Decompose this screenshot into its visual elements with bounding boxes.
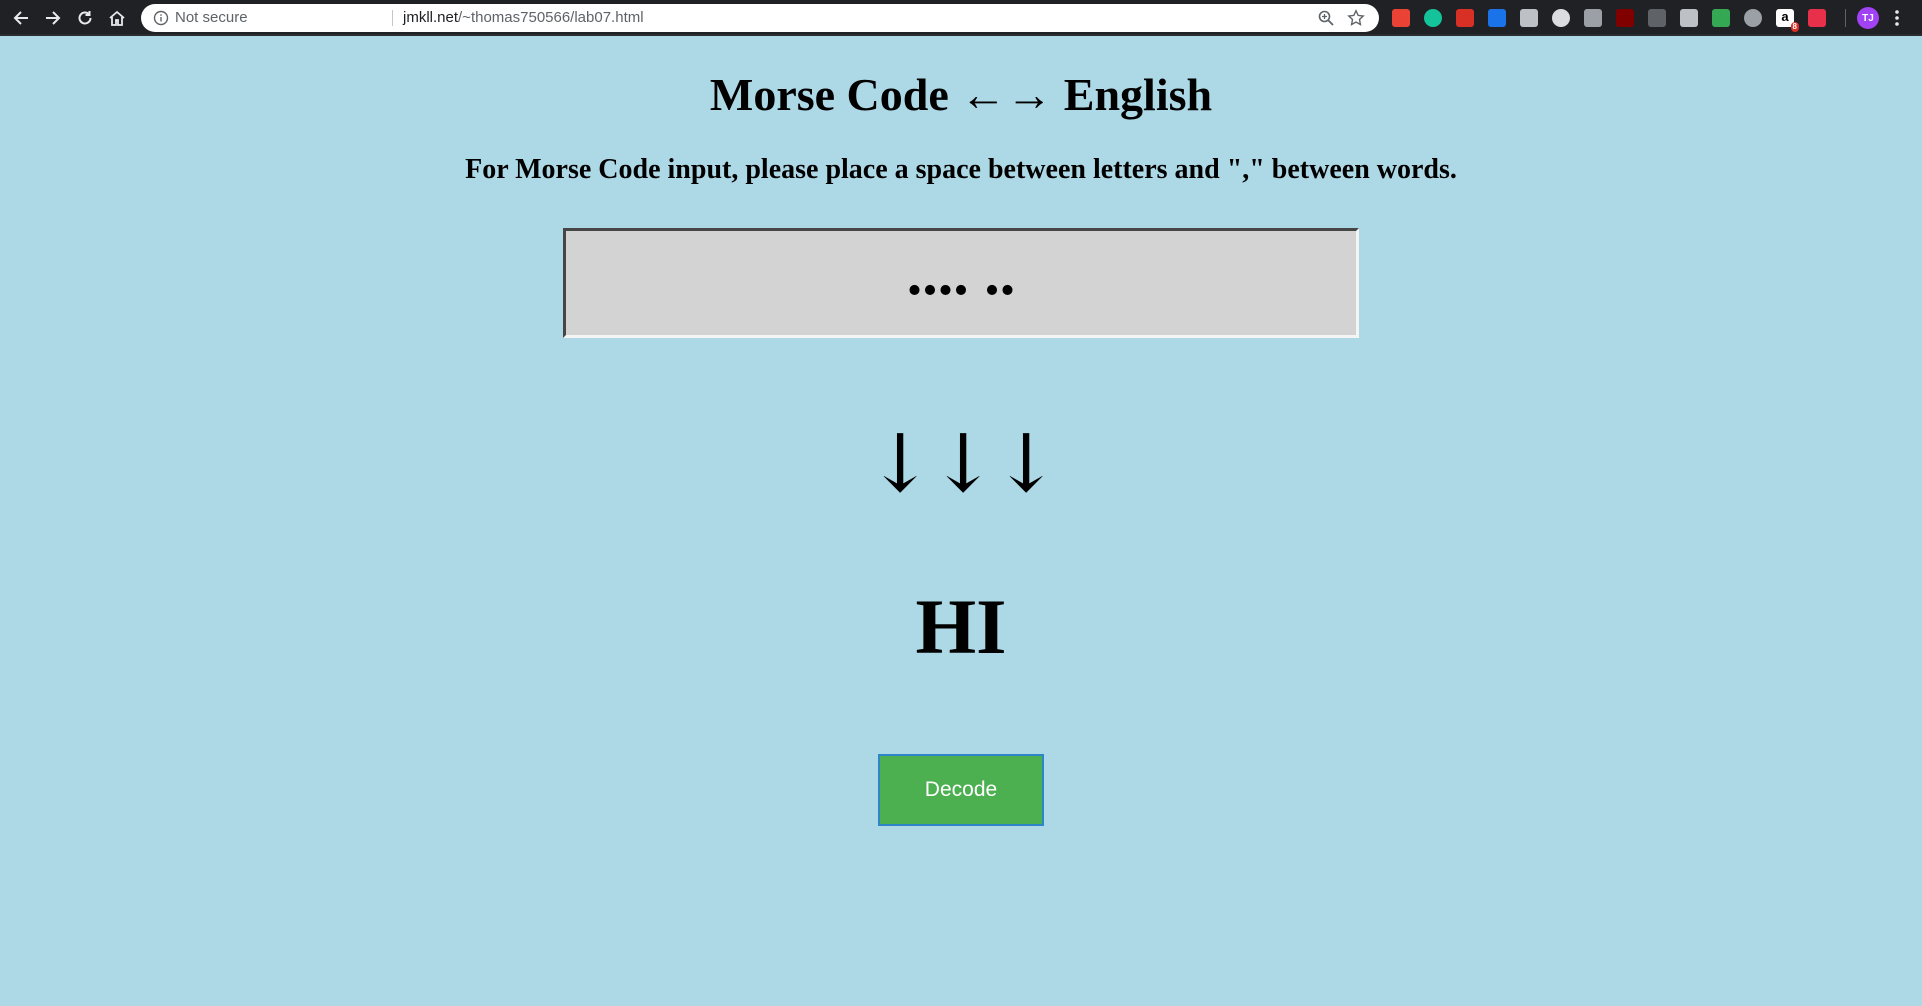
toolbar-separator xyxy=(1845,9,1846,27)
down-arrows-icon: ↓↓↓ xyxy=(866,417,1059,510)
instructions-text: For Morse Code input, please place a spa… xyxy=(465,154,1457,185)
security-status[interactable]: Not secure xyxy=(175,9,248,26)
bookmark-extension-icon[interactable] xyxy=(1456,9,1474,27)
browser-toolbar: Not secure jmkll.net/~thomas750566/lab07… xyxy=(0,0,1922,36)
address-separator xyxy=(392,10,393,26)
paint-extension-icon[interactable] xyxy=(1680,9,1698,27)
cloud-extension-icon[interactable] xyxy=(1552,9,1570,27)
decode-button[interactable]: Decode xyxy=(878,754,1044,826)
profile-avatar[interactable]: TJ xyxy=(1857,7,1879,29)
back-arrow-icon[interactable] xyxy=(8,3,34,33)
address-bar[interactable]: Not secure jmkll.net/~thomas750566/lab07… xyxy=(141,4,1379,32)
zoom-icon[interactable] xyxy=(1317,9,1335,27)
screenshot-extension-icon[interactable] xyxy=(1648,9,1666,27)
gmail-extension-icon[interactable] xyxy=(1392,9,1410,27)
ublock-extension-icon[interactable] xyxy=(1616,9,1634,27)
folder-extension-icon[interactable] xyxy=(1808,9,1826,27)
extension-badge: 8 xyxy=(1790,22,1799,32)
url-host: jmkll.net xyxy=(403,9,459,26)
amazon-extension-icon[interactable]: a8 xyxy=(1776,9,1799,32)
forward-arrow-icon[interactable] xyxy=(40,3,66,33)
grammarly-extension-icon[interactable] xyxy=(1424,9,1442,27)
url-text[interactable]: jmkll.net/~thomas750566/lab07.html xyxy=(403,9,644,26)
search-extension-icon[interactable] xyxy=(1520,9,1538,27)
morse-input[interactable] xyxy=(563,228,1359,338)
gamepad-extension-icon[interactable] xyxy=(1584,9,1602,27)
info-icon[interactable] xyxy=(153,10,169,26)
shield-extension-icon[interactable] xyxy=(1488,9,1506,27)
translation-result: HI xyxy=(915,583,1007,670)
reload-icon[interactable] xyxy=(72,3,98,33)
grid-extension-icon[interactable] xyxy=(1712,9,1730,27)
home-icon[interactable] xyxy=(104,3,130,33)
url-path: /~thomas750566/lab07.html xyxy=(458,9,644,26)
page-title: Morse Code ←→ English xyxy=(709,69,1213,120)
settings-extension-icon[interactable] xyxy=(1744,9,1762,27)
bookmark-star-icon[interactable] xyxy=(1347,9,1365,27)
kebab-menu-icon[interactable] xyxy=(1893,8,1901,28)
